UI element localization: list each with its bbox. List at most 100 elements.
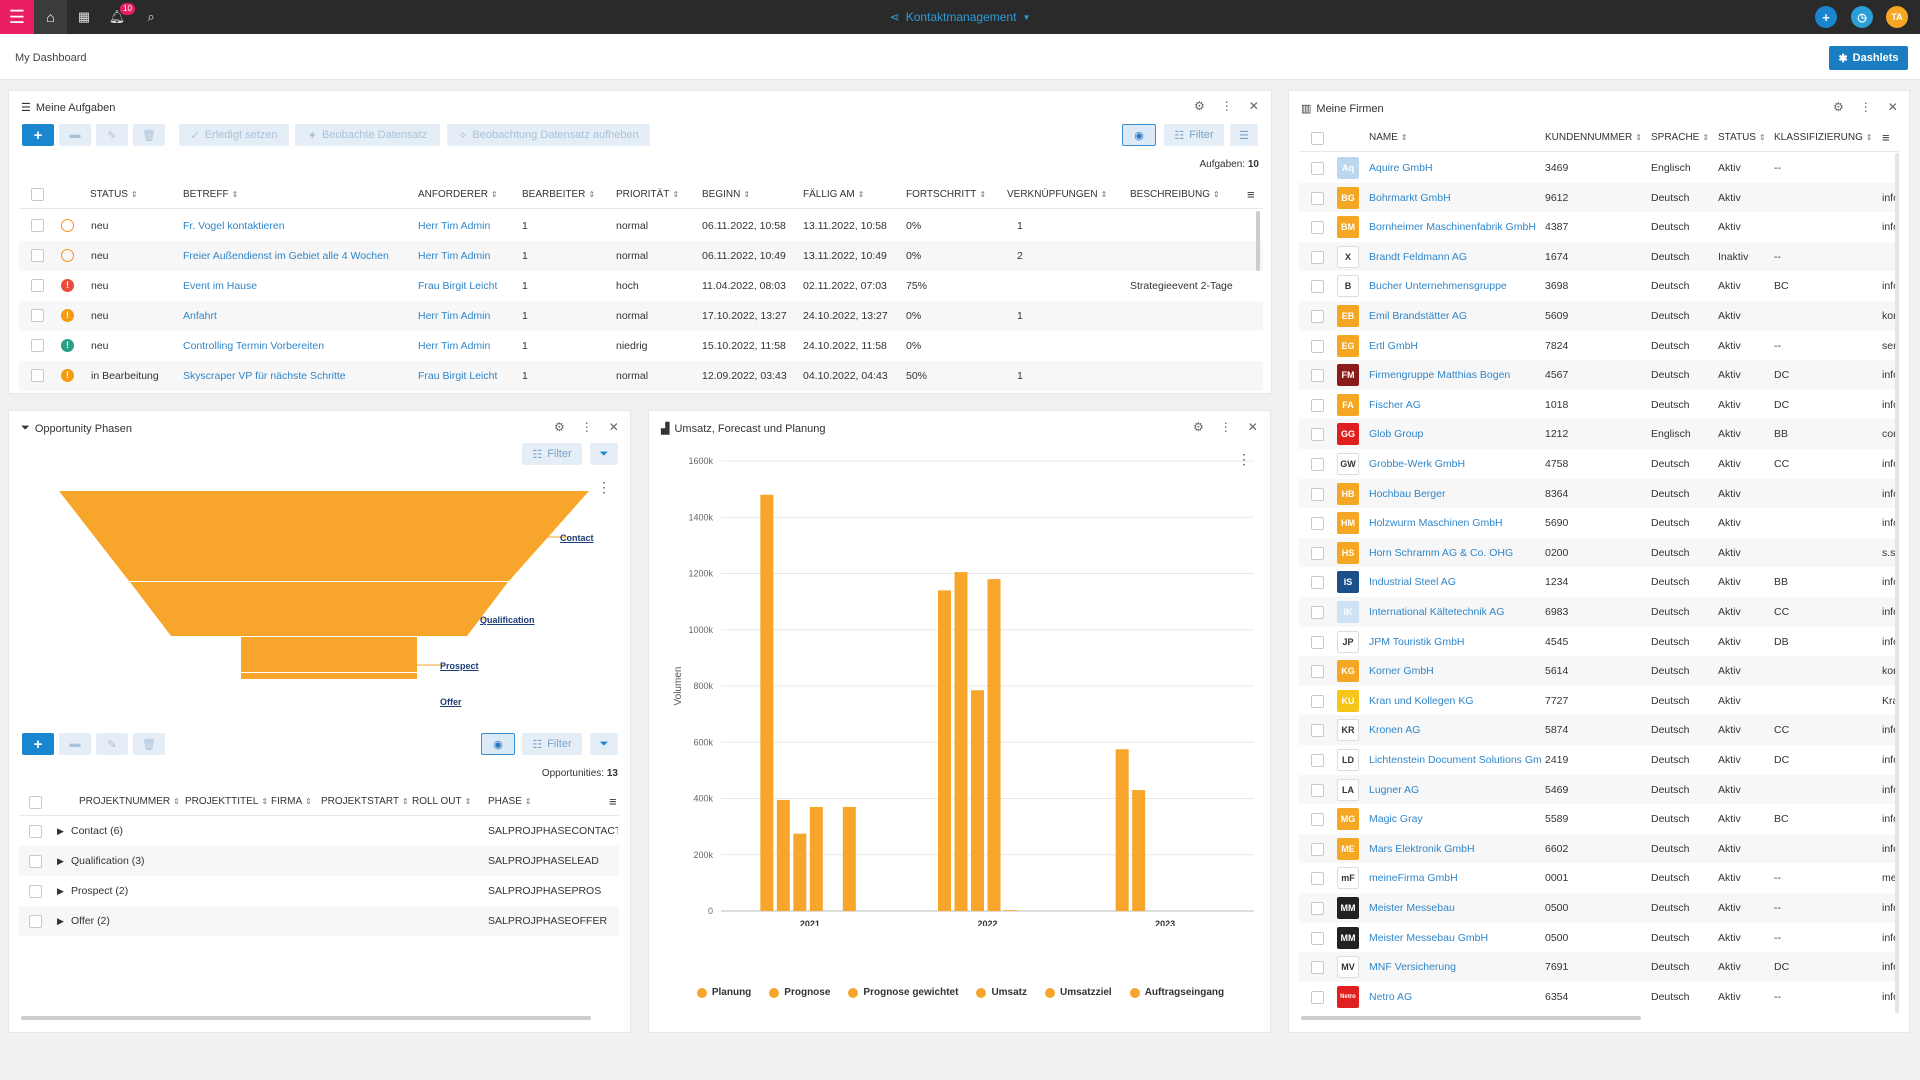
company-row[interactable]: LD Lichtenstein Document Solutions GmbH 24… bbox=[1299, 745, 1899, 775]
company-name-link[interactable]: Emil Brandstätter AG bbox=[1369, 301, 1541, 331]
col-faellig[interactable]: FÄLLIG AM ⇕ bbox=[803, 189, 864, 200]
row-checkbox[interactable] bbox=[1311, 842, 1324, 856]
hamburger-menu-icon[interactable]: ☰ bbox=[0, 0, 34, 34]
row-checkbox[interactable] bbox=[1311, 339, 1324, 353]
company-name-link[interactable]: Bucher Unternehmensgruppe bbox=[1369, 271, 1541, 301]
company-name-link[interactable]: Meister Messebau GmbH bbox=[1369, 923, 1541, 953]
company-row[interactable]: BM Bornheimer Maschinenfabrik GmbH 4387 Deu… bbox=[1299, 212, 1899, 242]
col-projekttitel[interactable]: PROJEKTTITEL ⇕ bbox=[185, 796, 268, 807]
dashlets-button[interactable]: ✱ Dashlets bbox=[1829, 46, 1908, 70]
row-checkbox[interactable] bbox=[1311, 250, 1324, 264]
task-row[interactable]: ! neu Anfahrt Herr Tim Admin 1 normal 17.10.20… bbox=[19, 301, 1263, 331]
companies-horizontal-scrollbar[interactable] bbox=[1301, 1016, 1641, 1020]
filter-button[interactable]: ☷ Filter bbox=[1164, 124, 1224, 146]
company-row[interactable]: IS Industrial Steel AG 1234 Deutsch Aktiv BB i… bbox=[1299, 567, 1899, 597]
col-beginn[interactable]: BEGINN ⇕ bbox=[702, 189, 750, 200]
company-row[interactable]: mF meineFirma GmbH 0001 Deutsch Aktiv -- me bbox=[1299, 863, 1899, 893]
row-checkbox[interactable] bbox=[31, 249, 44, 262]
column-settings-icon[interactable]: ≡ bbox=[609, 794, 617, 809]
select-all-checkbox[interactable] bbox=[31, 188, 44, 201]
task-requester-link[interactable]: Frau Birgit Leicht bbox=[418, 361, 518, 391]
col-kundennummer[interactable]: KUNDENNUMMER ⇕ bbox=[1545, 132, 1642, 143]
tasks-scrollbar[interactable] bbox=[1256, 211, 1260, 271]
row-checkbox[interactable] bbox=[31, 279, 44, 292]
company-row[interactable]: EB Emil Brandstätter AG 5609 Deutsch Aktiv ko… bbox=[1299, 301, 1899, 331]
legend-umsatzziel[interactable]: Umsatzziel bbox=[1045, 987, 1112, 998]
bar-planung-2022[interactable] bbox=[938, 590, 951, 911]
expand-caret-icon[interactable]: ▶ bbox=[57, 906, 64, 936]
bar-auftragseingang-2021[interactable] bbox=[842, 806, 856, 911]
list-view-button[interactable]: ☰ bbox=[1230, 124, 1258, 146]
col-phase[interactable]: PHASE ⇕ bbox=[488, 796, 532, 807]
bar-prognose-2023[interactable] bbox=[1132, 790, 1146, 911]
row-checkbox[interactable] bbox=[1311, 872, 1324, 886]
company-name-link[interactable]: Grobbe-Werk GmbH bbox=[1369, 449, 1541, 479]
company-name-link[interactable]: Glob Group bbox=[1369, 419, 1541, 449]
funnel-stage-contact[interactable] bbox=[59, 491, 589, 581]
company-row[interactable]: MM Meister Messebau 0500 Deutsch Aktiv -- info bbox=[1299, 893, 1899, 923]
company-name-link[interactable]: Industrial Steel AG bbox=[1369, 567, 1541, 597]
row-checkbox[interactable] bbox=[1311, 694, 1324, 708]
gear-icon[interactable]: ⚙ bbox=[554, 420, 565, 434]
more-icon[interactable]: ⋮ bbox=[1221, 99, 1233, 113]
col-anforderer[interactable]: ANFORDERER ⇕ bbox=[418, 189, 498, 200]
funnel-label-prospect[interactable]: Prospect bbox=[440, 661, 479, 671]
task-requester-link[interactable]: Frau Birgit Leicht bbox=[418, 271, 518, 301]
funnel-stage-qualification[interactable] bbox=[130, 582, 508, 636]
company-name-link[interactable]: JPM Touristik GmbH bbox=[1369, 627, 1541, 657]
task-subject-link[interactable]: Freier Außendienst im Gebiet alle 4 Woch… bbox=[183, 241, 413, 271]
legend-prognose[interactable]: Prognose bbox=[769, 987, 830, 998]
legend-umsatz[interactable]: Umsatz bbox=[976, 987, 1027, 998]
task-requester-link[interactable]: Herr Tim Admin bbox=[418, 301, 518, 331]
col-fortschritt[interactable]: FORTSCHRITT ⇕ bbox=[906, 189, 986, 200]
gear-icon[interactable]: ⚙ bbox=[1193, 420, 1204, 434]
opportunity-group-row[interactable]: ▶ Offer (2) SALPROJPHASEOFFER bbox=[19, 906, 619, 936]
funnel-stage-prospect[interactable] bbox=[241, 637, 417, 672]
company-row[interactable]: JP JPM Touristik GmbH 4545 Deutsch Aktiv DB in… bbox=[1299, 627, 1899, 657]
funnel-label-qualification[interactable]: Qualification bbox=[480, 615, 535, 625]
company-row[interactable]: FM Firmengruppe Matthias Bogen 4567 Deutsch… bbox=[1299, 360, 1899, 390]
company-name-link[interactable]: Ertl GmbH bbox=[1369, 331, 1541, 361]
col-status[interactable]: STATUS ⇕ bbox=[90, 189, 138, 200]
task-subject-link[interactable]: Event im Hause bbox=[183, 271, 413, 301]
funnel-label-contact[interactable]: Contact bbox=[560, 533, 594, 543]
row-checkbox[interactable] bbox=[1311, 162, 1324, 175]
company-row[interactable]: GG Glob Group 1212 Englisch Aktiv BB cor bbox=[1299, 419, 1899, 449]
row-checkbox[interactable] bbox=[1311, 576, 1324, 590]
col-projektnummer[interactable]: PROJEKTNUMMER ⇕ bbox=[79, 796, 180, 807]
row-checkbox[interactable] bbox=[29, 825, 42, 838]
row-checkbox[interactable] bbox=[1311, 517, 1324, 531]
close-icon[interactable]: ✕ bbox=[609, 420, 619, 434]
row-checkbox[interactable] bbox=[31, 309, 44, 322]
gear-icon[interactable]: ⚙ bbox=[1833, 100, 1844, 114]
col-verknuepfungen[interactable]: VERKNÜPFUNGEN ⇕ bbox=[1007, 189, 1107, 200]
company-row[interactable]: LA Lugner AG 5469 Deutsch Aktiv info bbox=[1299, 774, 1899, 805]
company-name-link[interactable]: Korner GmbH bbox=[1369, 656, 1541, 686]
row-checkbox[interactable] bbox=[1311, 310, 1324, 323]
more-icon[interactable]: ⋮ bbox=[1220, 420, 1232, 434]
task-requester-link[interactable]: Herr Tim Admin bbox=[418, 211, 518, 241]
company-row[interactable]: GW Grobbe-Werk GmbH 4758 Deutsch Aktiv CC info bbox=[1299, 449, 1899, 479]
company-name-link[interactable]: meineFirma GmbH bbox=[1369, 863, 1541, 893]
bar-prognose-gewichtet-2021[interactable] bbox=[793, 833, 807, 911]
bar-planung-2021[interactable] bbox=[760, 494, 774, 911]
col-bearbeiter[interactable]: BEARBEITER ⇕ bbox=[522, 189, 595, 200]
company-name-link[interactable]: Meister Messebau bbox=[1369, 893, 1541, 923]
opportunity-group-row[interactable]: ▶ Qualification (3) SALPROJPHASELEAD bbox=[19, 846, 619, 876]
task-subject-link[interactable]: Anfahrt bbox=[183, 301, 413, 331]
app-title[interactable]: Kontaktmanagement bbox=[906, 10, 1017, 24]
company-name-link[interactable]: Aquire GmbH bbox=[1369, 153, 1541, 183]
company-row[interactable]: HM Holzwurm Maschinen GmbH 5690 Deutsch Akti… bbox=[1299, 508, 1899, 538]
task-requester-link[interactable]: Herr Tim Admin bbox=[418, 241, 518, 271]
search-icon[interactable]: ⌕ bbox=[136, 0, 166, 34]
task-requester-link[interactable]: Herr Tim Admin bbox=[418, 331, 518, 361]
company-name-link[interactable]: MNF Versicherung bbox=[1369, 952, 1541, 982]
company-name-link[interactable]: Mars Elektronik GmbH bbox=[1369, 834, 1541, 864]
company-row[interactable]: Aq Aquire GmbH 3469 Englisch Aktiv -- bbox=[1299, 153, 1899, 183]
company-name-link[interactable]: Brandt Feldmann AG bbox=[1369, 242, 1541, 272]
col-rollout[interactable]: ROLL OUT ⇕ bbox=[412, 796, 471, 807]
task-row[interactable]: neu Fr. Vogel kontaktieren Herr Tim Admin 1… bbox=[19, 211, 1263, 241]
bar-planung-2023[interactable] bbox=[1115, 749, 1129, 911]
row-checkbox[interactable] bbox=[1311, 369, 1324, 383]
col-betreff[interactable]: BETREFF ⇕ bbox=[183, 189, 238, 200]
